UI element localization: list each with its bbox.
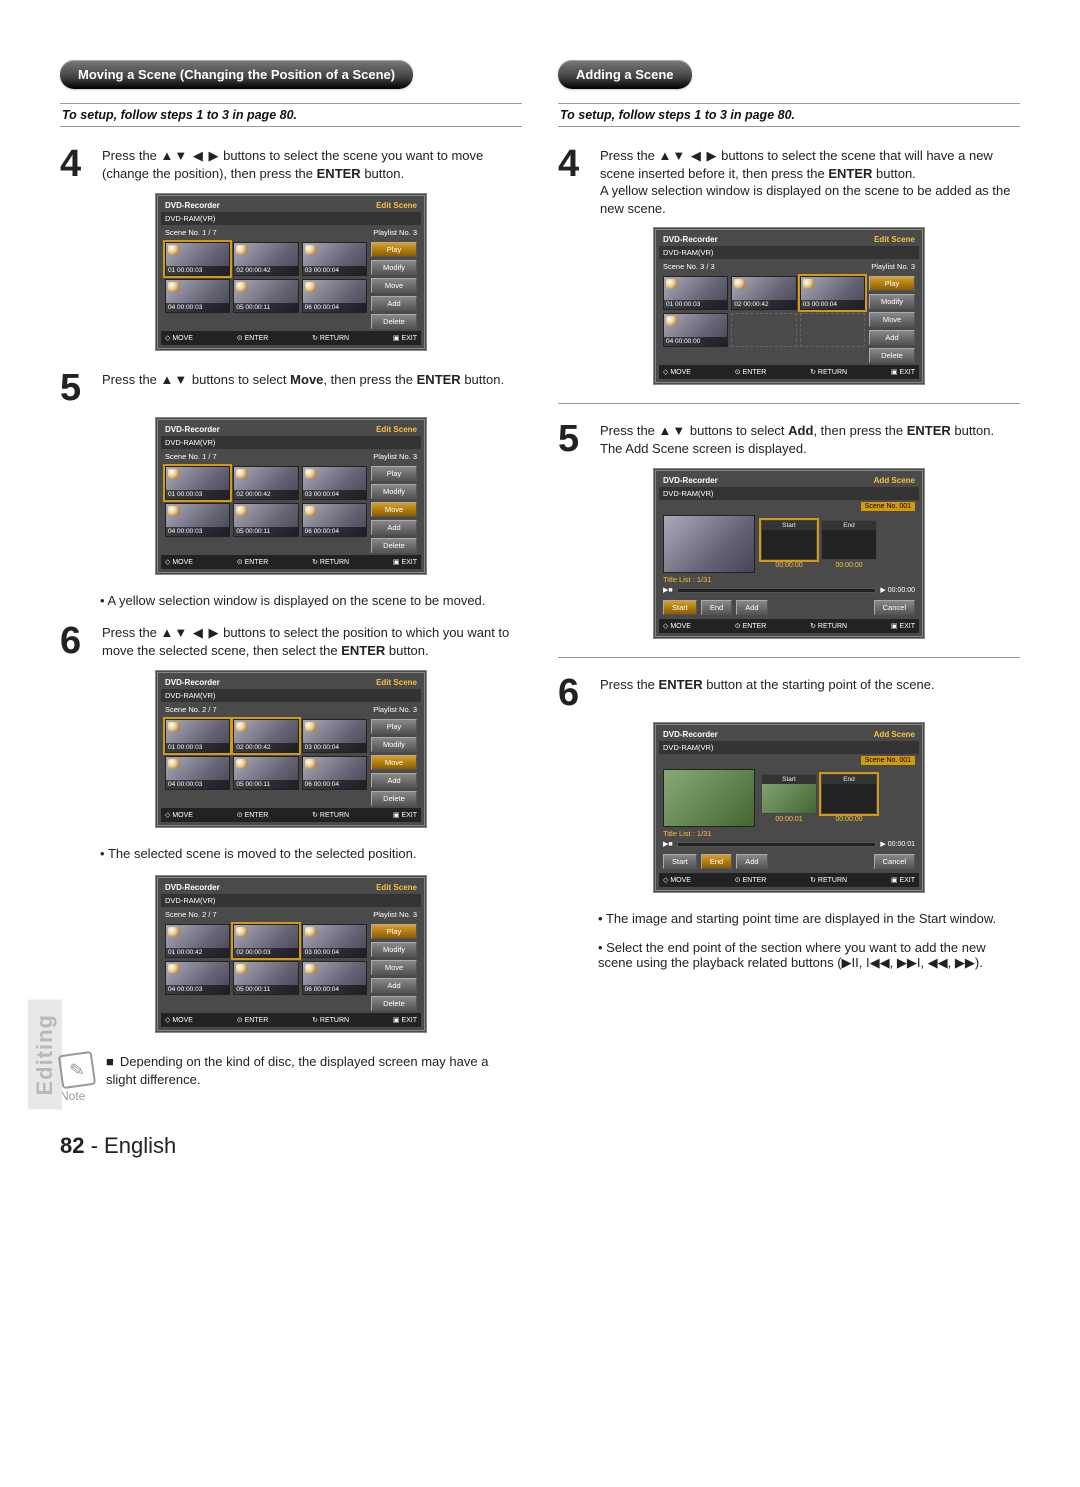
bullet-moved: The selected scene is moved to the selec… (100, 846, 522, 861)
pill-moving-scene: Moving a Scene (Changing the Position of… (60, 60, 413, 89)
left-step-6: 6 Press the ▲▼ ◀ ▶ buttons to select the… (60, 622, 522, 660)
right-step-5: 5 Press the ▲▼ buttons to select Add, th… (558, 420, 1020, 458)
osd-right-1: DVD-RecorderEdit Scene DVD-RAM(VR) Scene… (653, 227, 925, 385)
step-number: 4 (60, 145, 92, 183)
subbar-left: To setup, follow steps 1 to 3 in page 80… (60, 103, 522, 127)
osd-left-4: DVD-RecorderEdit Scene DVD-RAM(VR) Scene… (155, 875, 427, 1033)
osd-left-1: DVD-RecorderEdit Scene DVD-RAM(VR) Scene… (155, 193, 427, 351)
step-number: 6 (558, 674, 590, 712)
pill-adding-scene: Adding a Scene (558, 60, 692, 89)
note-label: Note (60, 1089, 94, 1103)
osd-right-3-add-scene: DVD-RecorderAdd Scene DVD-RAM(VR) Scene … (653, 722, 925, 893)
arrow-icons: ▲▼ ◀ ▶ (161, 148, 220, 163)
osd-left-3: DVD-RecorderEdit Scene DVD-RAM(VR) Scene… (155, 670, 427, 828)
step-number: 4 (558, 145, 590, 217)
two-column-layout: Moving a Scene (Changing the Position of… (60, 60, 1020, 1103)
right-step-6: 6 Press the ENTER button at the starting… (558, 674, 1020, 712)
bullet-start-window: The image and starting point time are di… (598, 911, 1020, 926)
bullet-end-point: Select the end point of the section wher… (598, 940, 1020, 971)
step-number: 5 (558, 420, 590, 458)
left-step-5: 5 Press the ▲▼ buttons to select Move, t… (60, 369, 522, 407)
step-number: 5 (60, 369, 92, 407)
playback-icons: ▶II, I◀◀, ▶▶I, ◀◀, ▶▶ (842, 955, 975, 970)
bullet-yellow-window: A yellow selection window is displayed o… (100, 593, 522, 608)
subbar-right: To setup, follow steps 1 to 3 in page 80… (558, 103, 1020, 127)
step-text: Press the ▲▼ ◀ ▶ buttons to select the s… (102, 145, 522, 183)
osd-side-buttons: Play Modify Move Add Delete (371, 242, 417, 329)
osd-left-2: DVD-RecorderEdit Scene DVD-RAM(VR) Scene… (155, 417, 427, 575)
right-column: Adding a Scene To setup, follow steps 1 … (558, 60, 1020, 1103)
side-tab-editing: Editing (28, 1000, 62, 1110)
page-footer: 82 - English (60, 1133, 1020, 1159)
thumbnail-grid: 01 00:00:03 02 00:00:42 03 00:00:04 04 0… (165, 242, 367, 329)
note-icon: ✎ (58, 1051, 96, 1089)
step-number: 6 (60, 622, 92, 660)
left-step-4: 4 Press the ▲▼ ◀ ▶ buttons to select the… (60, 145, 522, 183)
right-step-4: 4 Press the ▲▼ ◀ ▶ buttons to select the… (558, 145, 1020, 217)
left-column: Moving a Scene (Changing the Position of… (60, 60, 522, 1103)
note-box: ✎ Note ■Depending on the kind of disc, t… (60, 1053, 522, 1103)
osd-right-2-add-scene: DVD-RecorderAdd Scene DVD-RAM(VR) Scene … (653, 468, 925, 639)
